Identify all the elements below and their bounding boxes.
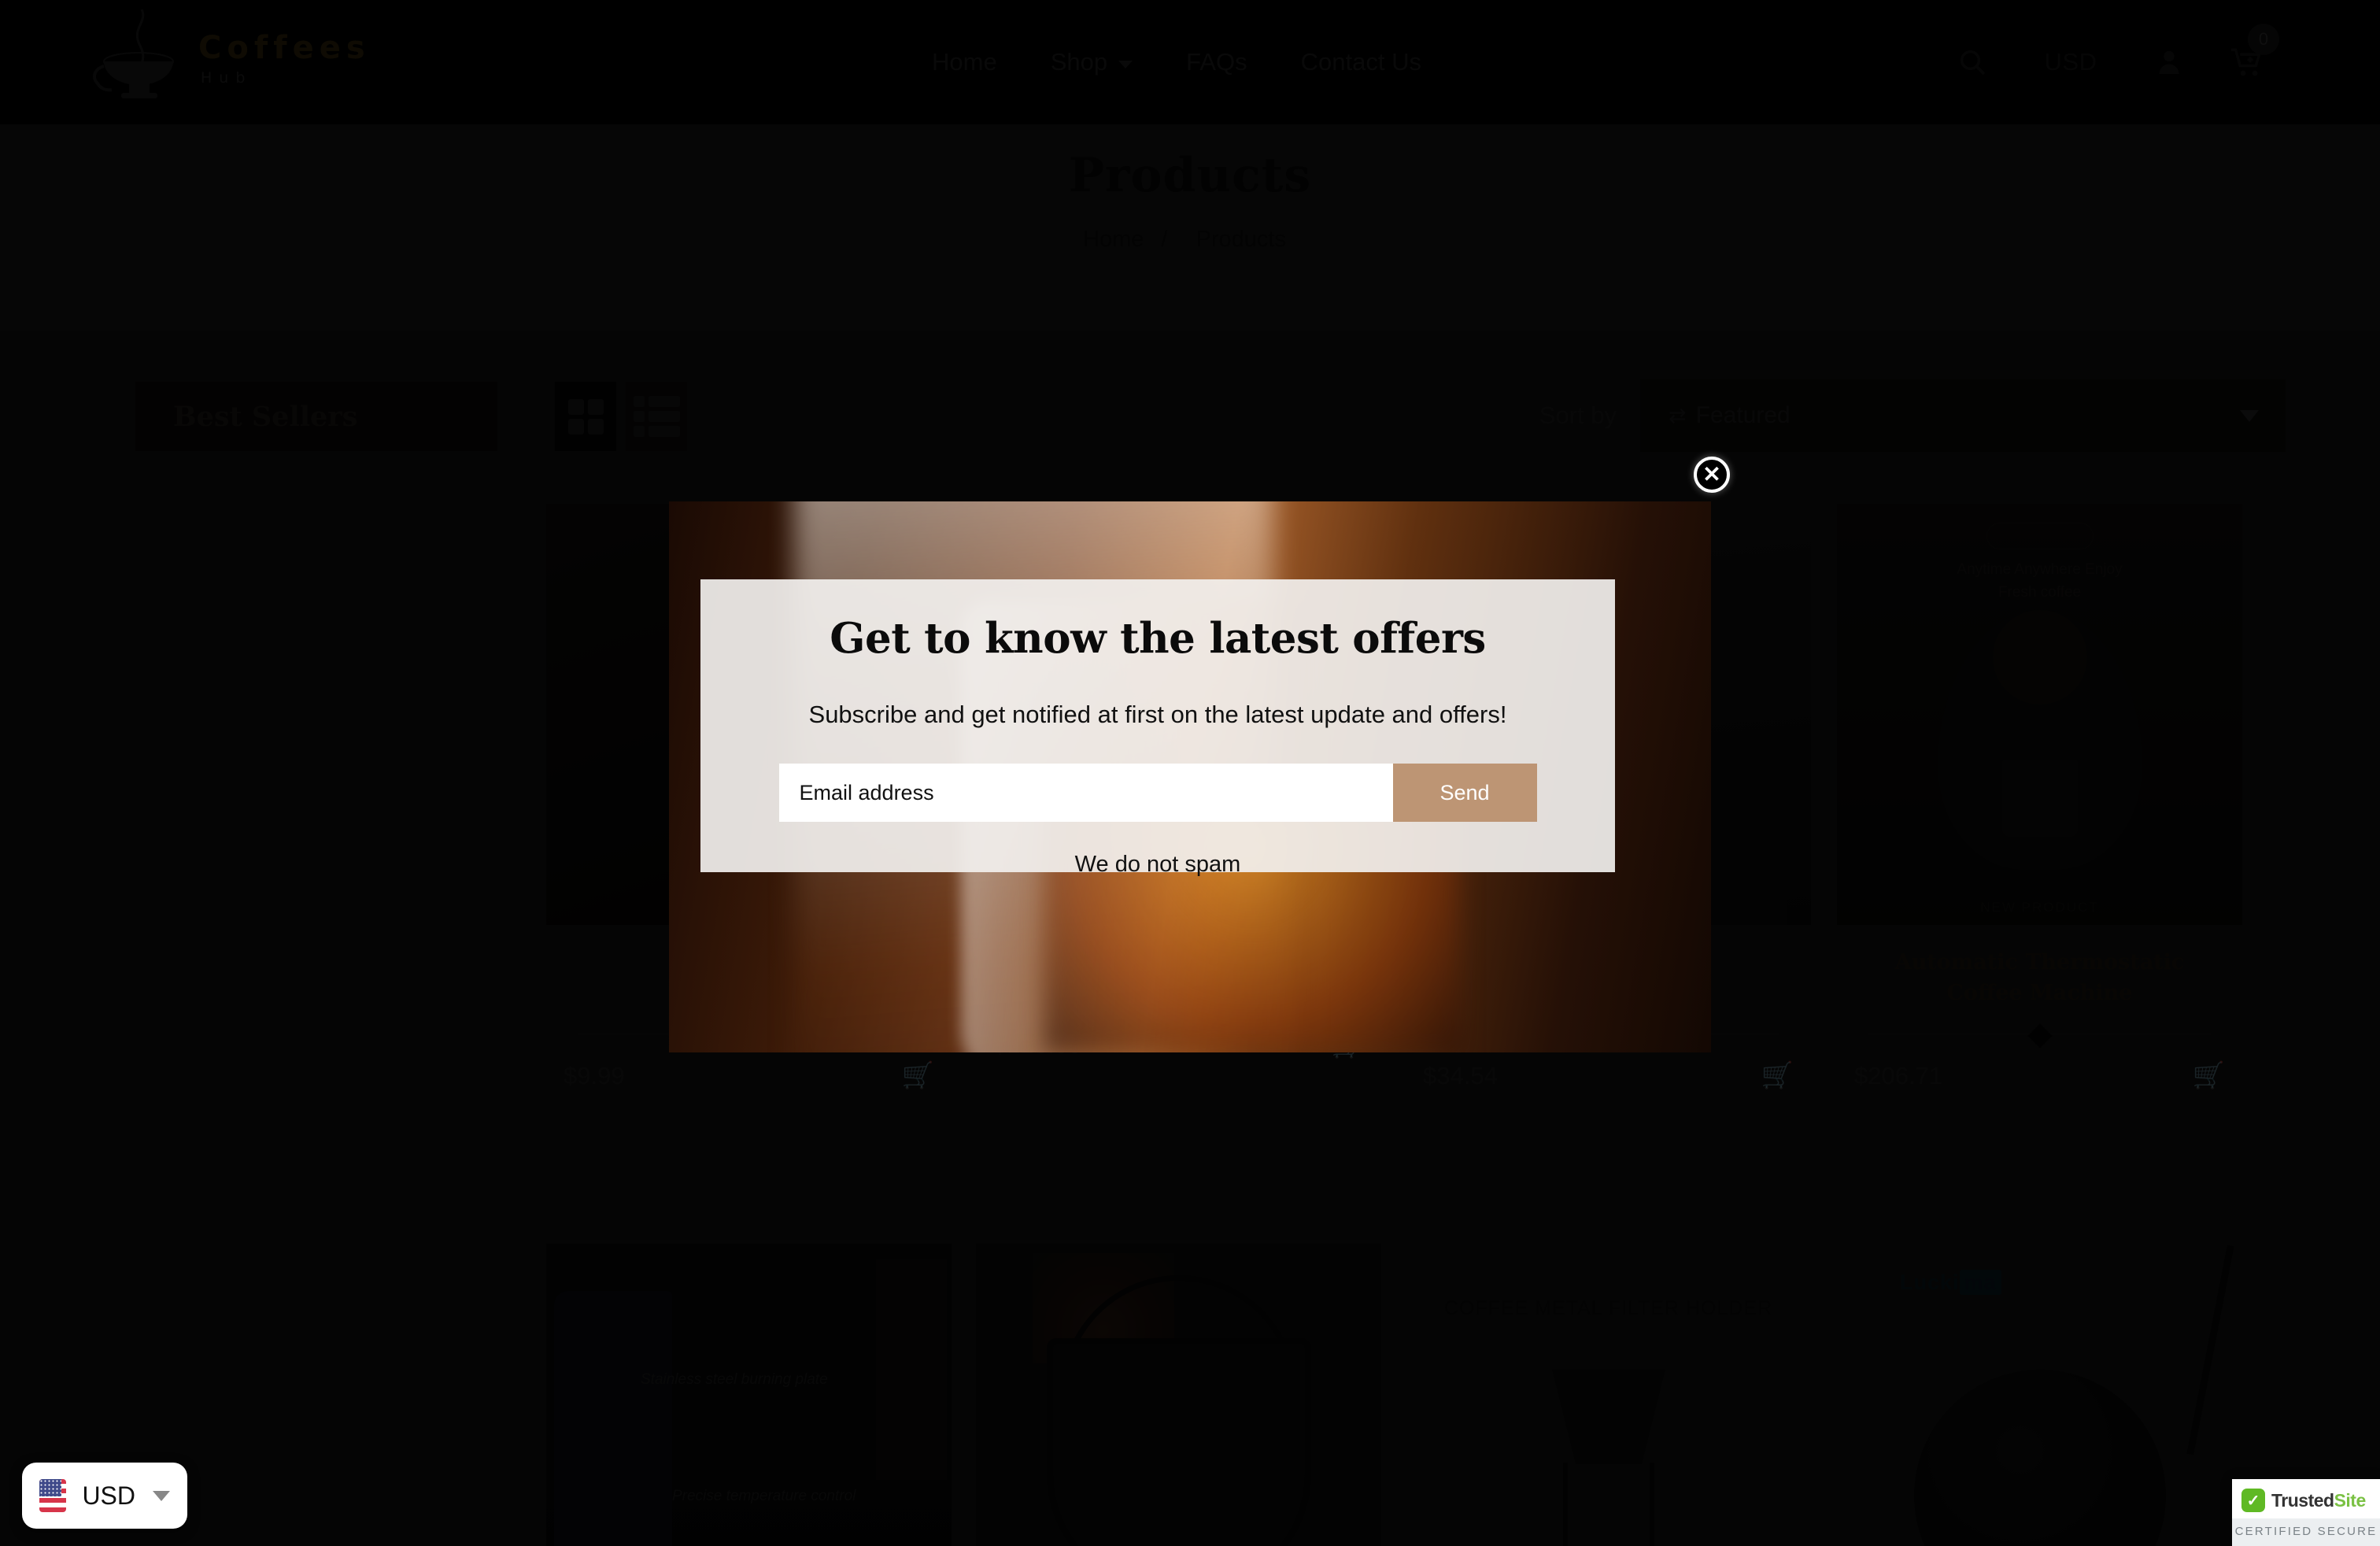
page-root: Coffees Hub Home Shop FAQs Contact Us <box>0 0 2380 1546</box>
newsletter-form: Send <box>778 764 1537 822</box>
newsletter-subtitle: Subscribe and get notified at first on t… <box>808 701 1507 728</box>
newsletter-modal: Get to know the latest offers Subscribe … <box>669 501 1711 1052</box>
currency-selector-widget[interactable]: USD <box>22 1463 187 1529</box>
trustedsite-badge[interactable]: ✓ TrustedSite CERTIFIED SECURE <box>2232 1479 2380 1546</box>
send-button[interactable]: Send <box>1392 764 1537 822</box>
us-flag-icon <box>39 1479 67 1512</box>
currency-selector-label: USD <box>82 1481 135 1510</box>
trustedsite-tagline: CERTIFIED SECURE <box>2232 1518 2380 1546</box>
newsletter-panel: Get to know the latest offers Subscribe … <box>700 579 1615 877</box>
trustedsite-name: TrustedSite <box>2271 1489 2366 1511</box>
close-icon[interactable]: ✕ <box>1694 457 1730 493</box>
chevron-down-icon <box>153 1490 170 1501</box>
check-icon: ✓ <box>2241 1489 2265 1512</box>
email-input[interactable] <box>778 764 1393 822</box>
newsletter-title: Get to know the latest offers <box>830 614 1486 663</box>
newsletter-footnote: We do not spam <box>1074 852 1241 877</box>
